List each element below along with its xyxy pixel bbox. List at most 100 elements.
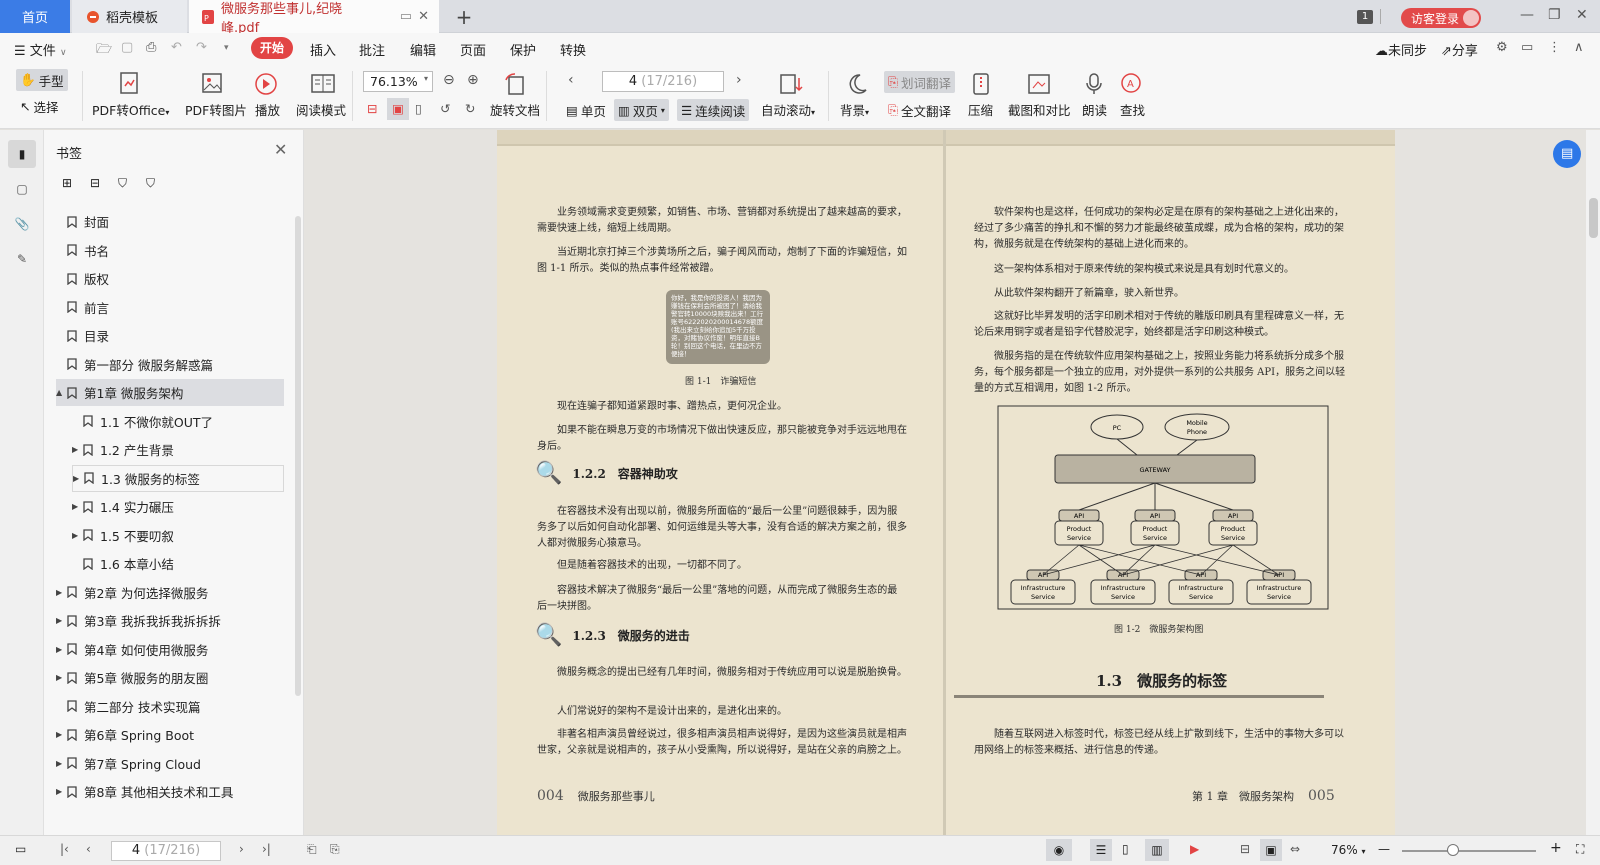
bookmark-item[interactable]: 第一部分 微服务解惑篇 <box>56 351 284 378</box>
zoom-level-dropdown[interactable]: 76% ▾ <box>1331 843 1366 857</box>
expand-arrow-icon[interactable]: ▶ <box>56 588 66 597</box>
collapse-ribbon-icon[interactable]: ∧ <box>1574 40 1584 55</box>
expand-arrow-icon[interactable]: ▶ <box>72 502 82 511</box>
bookmark-item[interactable]: ▲ 第1章 微服务架构 <box>56 379 284 406</box>
floating-assistant-button[interactable]: ▤ <box>1553 140 1581 168</box>
bookmark-item[interactable]: 书名 <box>56 237 284 264</box>
close-window-icon[interactable]: ✕ <box>1576 7 1588 23</box>
expand-arrow-icon[interactable]: ▲ <box>56 388 66 397</box>
last-page-icon[interactable]: ›| <box>262 842 271 856</box>
menu-convert[interactable]: 转换 <box>560 40 586 59</box>
expand-arrow-icon[interactable]: ▶ <box>56 616 66 625</box>
bookmark-item[interactable]: 第二部分 技术实现篇 <box>56 693 284 720</box>
attachment-icon[interactable]: 📎 <box>8 210 36 238</box>
next-page-icon[interactable]: › <box>239 842 244 856</box>
expand-arrow-icon[interactable]: ▶ <box>56 787 66 796</box>
tab-template[interactable]: 稻壳模板 <box>72 0 187 33</box>
redo-icon[interactable]: ↷ <box>196 40 207 55</box>
bookmark-item[interactable]: 版权 <box>56 265 284 292</box>
bookmark-item[interactable]: ▶ 1.2 产生背景 <box>72 436 284 463</box>
restore-icon[interactable]: ❐ <box>1548 7 1561 23</box>
expand-arrow-icon[interactable]: ▶ <box>72 531 82 540</box>
login-button[interactable]: 访客登录 <box>1401 8 1481 28</box>
next-page-icon[interactable]: › <box>736 72 742 88</box>
bookmark-item[interactable]: 目录 <box>56 322 284 349</box>
word-translate-button[interactable]: ⎘ 划词翻译 <box>884 71 956 93</box>
open-icon[interactable]: 🗁 <box>96 40 112 62</box>
bookmark-item[interactable]: ▶ 1.3 微服务的标签 <box>72 464 284 492</box>
select-tool-button[interactable]: ↖ 选择 <box>16 95 63 117</box>
add-child-bookmark-icon[interactable]: ⊟ <box>90 176 100 190</box>
bookmark-item[interactable]: ▶ 第7章 Spring Cloud <box>56 750 284 777</box>
menu-start[interactable]: 开始 <box>251 37 293 59</box>
document-scrollbar[interactable] <box>1586 130 1600 835</box>
zoom-input[interactable]: 76.13% ▾ <box>363 71 433 92</box>
prev-page-icon[interactable]: ‹ <box>86 842 91 856</box>
tab-home[interactable]: 首页 <box>0 0 70 33</box>
rotate-right-icon[interactable]: ↻ <box>465 101 475 116</box>
panel-scrollbar[interactable] <box>295 216 301 696</box>
expand-arrow-icon[interactable]: ▶ <box>56 759 66 768</box>
comment-icon[interactable]: ▭ <box>1521 40 1533 55</box>
continuous-read-button[interactable]: ☰ 连续阅读 <box>677 99 750 121</box>
close-tab-icon[interactable]: ✕ <box>418 9 429 24</box>
auto-scroll-button[interactable]: 自动滚动▾ <box>761 100 815 119</box>
tab-pdf-document[interactable]: P 微服务那些事儿,纪晓峰.pdf ▭ ✕ <box>189 0 439 36</box>
page-number-input[interactable]: 4 (17/216) <box>602 71 724 92</box>
menu-page[interactable]: 页面 <box>460 40 486 59</box>
sidebar-toggle-icon[interactable]: ▭ <box>15 842 26 856</box>
signature-icon[interactable]: ✎ <box>8 245 36 273</box>
bookmark-item[interactable]: ▶ 第6章 Spring Boot <box>56 721 284 748</box>
find-button[interactable]: 查找 <box>1120 100 1145 119</box>
scrollbar-thumb[interactable] <box>1589 198 1598 238</box>
actual-size-icon[interactable]: ⊟ <box>1240 842 1250 856</box>
bookmark-item[interactable]: ▶ 第8章 其他相关技术和工具 <box>56 778 284 805</box>
fit-width-icon[interactable]: ⇔ <box>1290 842 1300 856</box>
pdf-to-image-button[interactable]: PDF转图片 <box>185 100 247 119</box>
sync-status[interactable]: ☁未同步 <box>1375 40 1427 59</box>
new-tab-button[interactable]: + <box>450 0 478 33</box>
single-view-icon[interactable]: ▯ <box>1122 842 1129 856</box>
bookmark-item[interactable]: ▶ 第3章 我拆我拆我拆拆拆 <box>56 607 284 634</box>
single-page-button[interactable]: ▤ 单页 <box>562 99 610 121</box>
forward-view-icon[interactable]: ⎘ <box>330 842 340 857</box>
full-translate-button[interactable]: ⎘ 全文翻译 <box>884 99 955 121</box>
quick-access-dropdown-icon[interactable]: ▾ <box>224 43 229 53</box>
bookmark-item[interactable]: ▶ 第4章 如何使用微服务 <box>56 636 284 663</box>
bookmark-icon[interactable]: ⛉ <box>118 176 127 191</box>
actual-size-icon[interactable]: ⊟ <box>367 101 377 116</box>
file-menu[interactable]: ☰ 文件 ∨ <box>14 40 67 59</box>
first-page-icon[interactable]: |‹ <box>60 842 69 856</box>
read-aloud-button[interactable]: 朗读 <box>1082 100 1107 119</box>
bookmark-item[interactable]: 封面 <box>56 208 284 235</box>
expand-arrow-icon[interactable]: ▶ <box>72 445 82 454</box>
zoom-in-icon[interactable]: + <box>1550 840 1562 856</box>
bookmark-item[interactable]: 1.1 不微你就OUT了 <box>72 408 284 435</box>
prev-page-icon[interactable]: ‹ <box>568 72 574 88</box>
status-page-input[interactable]: 4 (17/216) <box>111 841 221 861</box>
menu-annotate[interactable]: 批注 <box>359 40 385 59</box>
double-page-button[interactable]: ▥ 双页 ▾ <box>614 99 669 121</box>
bookmark-item[interactable]: 前言 <box>56 294 284 321</box>
zoom-out-icon[interactable]: — <box>1378 842 1390 856</box>
share-button[interactable]: ⇗分享 <box>1441 40 1478 59</box>
bookmark-item[interactable]: ▶ 第5章 微服务的朋友圈 <box>56 664 284 691</box>
play-button[interactable]: 播放 <box>255 100 280 119</box>
expand-arrow-icon[interactable]: ▶ <box>73 474 83 483</box>
background-button[interactable]: 背景▾ <box>840 100 869 119</box>
menu-insert[interactable]: 插入 <box>310 40 336 59</box>
undo-icon[interactable]: ↶ <box>171 40 182 55</box>
bookmark-item[interactable]: ▶ 1.5 不要叨叙 <box>72 522 284 549</box>
bookmark-panel-icon[interactable]: ▮ <box>8 140 36 168</box>
zoom-slider-track[interactable] <box>1402 850 1536 852</box>
zoom-slider-knob[interactable] <box>1447 844 1459 856</box>
bookmark-item[interactable]: ▶ 第2章 为何选择微服务 <box>56 579 284 606</box>
compress-button[interactable]: 压缩 <box>968 100 993 119</box>
pdf-to-office-button[interactable]: PDF转Office▾ <box>92 100 169 119</box>
zoom-out-icon[interactable]: ⊖ <box>443 72 455 88</box>
bookmark-item[interactable]: ▶ 1.4 实力碾压 <box>72 493 284 520</box>
fullscreen-icon[interactable]: ⛶ <box>1576 842 1584 857</box>
menu-protect[interactable]: 保护 <box>510 40 536 59</box>
eye-protect-icon[interactable]: ◉ <box>1046 839 1072 861</box>
expand-arrow-icon[interactable]: ▶ <box>56 730 66 739</box>
